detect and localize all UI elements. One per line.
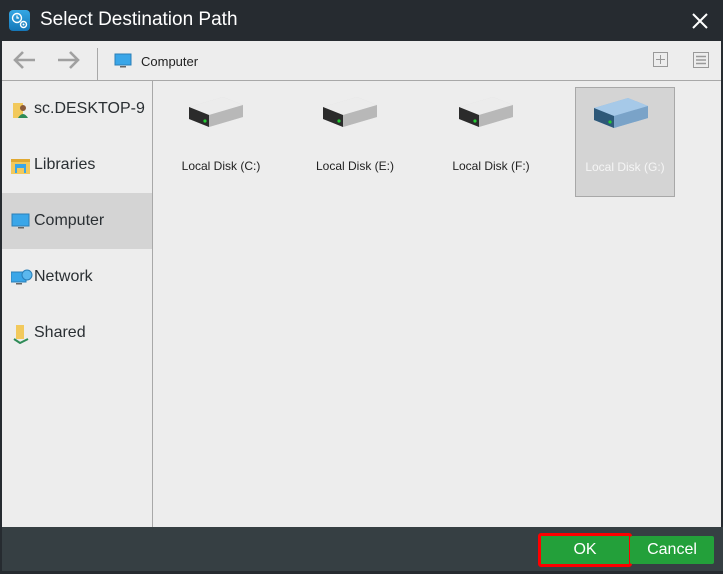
new-folder-button[interactable] <box>653 52 668 67</box>
sidebar-item-libraries[interactable]: Libraries <box>2 137 152 193</box>
toolbar-divider <box>97 48 98 80</box>
computer-monitor-icon <box>114 53 132 74</box>
sidebar-item-label: Libraries <box>34 156 96 173</box>
app-icon <box>9 10 30 31</box>
hard-drive-icon <box>323 97 377 127</box>
list-view-icon <box>693 52 709 68</box>
ok-button[interactable]: OK <box>538 533 632 567</box>
sidebar-item-label: Computer <box>34 212 105 229</box>
plus-box-icon <box>653 52 668 67</box>
view-toggle-button[interactable] <box>693 52 709 68</box>
disk-label: Local Disk (F:) <box>452 159 530 173</box>
disk-label: Local Disk (C:) <box>181 159 261 173</box>
sidebar-item-network[interactable]: Network <box>2 249 152 305</box>
disk-item-c[interactable]: Local Disk (C:) <box>171 87 271 197</box>
sidebar-item-label: Shared <box>34 324 86 341</box>
disk-item-e[interactable]: Local Disk (E:) <box>305 87 405 197</box>
close-icon[interactable] <box>688 9 712 33</box>
shared-folder-icon <box>11 324 31 345</box>
disk-item-f[interactable]: Local Disk (F:) <box>441 87 541 197</box>
sidebar-item-computer[interactable]: Computer <box>2 193 152 249</box>
file-view: Local Disk (C:) Local Disk (E:) Local Di… <box>153 81 721 527</box>
title-bar: Select Destination Path <box>0 0 723 41</box>
network-icon <box>10 268 33 288</box>
libraries-folder-icon <box>11 156 31 176</box>
hard-drive-icon <box>459 97 513 127</box>
arrow-left-icon <box>13 51 35 69</box>
hard-drive-icon <box>189 97 243 127</box>
sidebar-item-user[interactable]: sc.DESKTOP-9 <box>2 81 152 137</box>
sidebar: sc.DESKTOP-9 Libraries Computer Network … <box>2 81 153 527</box>
breadcrumb[interactable]: Computer <box>141 54 198 69</box>
dialog-footer: OK Cancel <box>2 527 723 571</box>
disk-item-g[interactable]: Local Disk (G:) <box>575 87 675 197</box>
cancel-button[interactable]: Cancel <box>630 536 714 564</box>
arrow-right-icon <box>58 51 80 69</box>
user-folder-icon <box>11 100 31 120</box>
disk-label: Local Disk (E:) <box>315 159 395 173</box>
select-destination-dialog: Select Destination Path Computer sc.DESK… <box>0 0 723 574</box>
disk-label: Local Disk (G:) <box>585 160 665 174</box>
sidebar-item-label: sc.DESKTOP-9 <box>34 100 145 117</box>
computer-monitor-icon <box>11 212 31 232</box>
back-button[interactable] <box>12 49 38 71</box>
sidebar-item-label: Network <box>34 268 93 285</box>
toolbar: Computer <box>2 41 721 81</box>
sidebar-item-shared[interactable]: Shared <box>2 305 152 361</box>
hard-drive-icon <box>594 98 648 128</box>
forward-button[interactable] <box>55 49 81 71</box>
dialog-title: Select Destination Path <box>40 9 238 30</box>
